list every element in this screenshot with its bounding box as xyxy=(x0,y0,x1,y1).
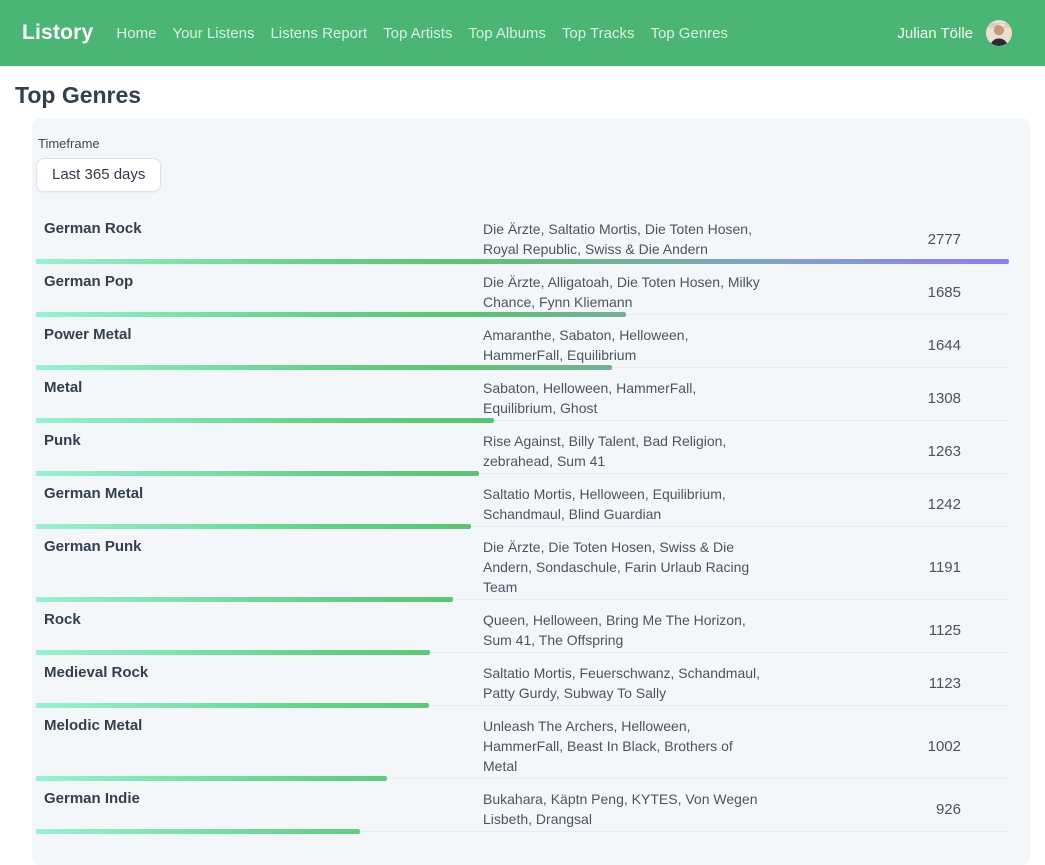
genre-artists: Queen, Helloween, Bring Me The Horizon, … xyxy=(483,610,763,650)
genre-bar xyxy=(36,365,612,370)
genre-name: German Indie xyxy=(36,789,483,829)
genre-row: German Pop Die Ärzte, Alligatoah, Die To… xyxy=(36,265,1009,318)
genre-row: Power Metal Amaranthe, Sabaton, Hellowee… xyxy=(36,318,1009,371)
nav-item-home[interactable]: Home xyxy=(116,25,156,42)
genre-count: 1191 xyxy=(763,559,1009,576)
genre-bar xyxy=(36,418,494,423)
genre-count: 1125 xyxy=(763,622,1009,639)
user-avatar-image xyxy=(986,20,1012,46)
top-navbar: Listory Home Your Listens Listens Report… xyxy=(0,0,1045,66)
genre-name: Punk xyxy=(36,431,483,471)
genre-name: German Pop xyxy=(36,272,483,312)
genre-name: Metal xyxy=(36,378,483,418)
genre-row: Rock Queen, Helloween, Bring Me The Hori… xyxy=(36,603,1009,656)
page-title: Top Genres xyxy=(15,82,1045,109)
genre-count: 1002 xyxy=(763,738,1009,755)
genre-bar xyxy=(36,524,471,529)
genre-bar xyxy=(36,829,360,834)
genre-name: Melodic Metal xyxy=(36,716,483,776)
genre-count: 926 xyxy=(763,801,1009,818)
genre-bar xyxy=(36,650,430,655)
genre-count: 1308 xyxy=(763,390,1009,407)
genre-bar xyxy=(36,471,479,476)
genre-artists: Die Ärzte, Saltatio Mortis, Die Toten Ho… xyxy=(483,219,763,259)
genre-row: German Punk Die Ärzte, Die Toten Hosen, … xyxy=(36,530,1009,603)
genre-artists: Rise Against, Billy Talent, Bad Religion… xyxy=(483,431,763,471)
genre-row: Punk Rise Against, Billy Talent, Bad Rel… xyxy=(36,424,1009,477)
nav-item-top-genres[interactable]: Top Genres xyxy=(650,25,728,42)
nav-item-listens-report[interactable]: Listens Report xyxy=(270,25,367,42)
genres-table: German Rock Die Ärzte, Saltatio Mortis, … xyxy=(36,212,1009,835)
genre-artists: Saltatio Mortis, Feuerschwanz, Schandmau… xyxy=(483,663,763,703)
timeframe-label: Timeframe xyxy=(38,136,1030,151)
genre-count: 1263 xyxy=(763,443,1009,460)
user-avatar[interactable] xyxy=(986,20,1012,46)
genre-artists: Sabaton, Helloween, HammerFall, Equilibr… xyxy=(483,378,763,418)
genre-count: 1123 xyxy=(763,675,1009,692)
user-name[interactable]: Julian Tölle xyxy=(897,25,973,42)
nav-item-top-tracks[interactable]: Top Tracks xyxy=(562,25,635,42)
main-nav: Home Your Listens Listens Report Top Art… xyxy=(116,25,728,42)
timeframe-filter: Timeframe Last 365 days xyxy=(36,136,1030,192)
genre-row: German Metal Saltatio Mortis, Helloween,… xyxy=(36,477,1009,530)
genre-artists: Amaranthe, Sabaton, Helloween, HammerFal… xyxy=(483,325,763,365)
genre-artists: Saltatio Mortis, Helloween, Equilibrium,… xyxy=(483,484,763,524)
genre-name: German Punk xyxy=(36,537,483,597)
genre-row: German Indie Bukahara, Käptn Peng, KYTES… xyxy=(36,782,1009,835)
genre-count: 2777 xyxy=(763,231,1009,248)
genre-count: 1644 xyxy=(763,337,1009,354)
timeframe-select[interactable]: Last 365 days xyxy=(36,158,161,192)
genre-row: Melodic Metal Unleash The Archers, Hello… xyxy=(36,709,1009,782)
navbar-user-area: Julian Tölle xyxy=(897,20,1012,46)
genre-artists: Unleash The Archers, Helloween, HammerFa… xyxy=(483,716,763,776)
genre-name: German Metal xyxy=(36,484,483,524)
genre-row: Medieval Rock Saltatio Mortis, Feuerschw… xyxy=(36,656,1009,709)
genre-bar xyxy=(36,776,387,781)
genre-count: 1685 xyxy=(763,284,1009,301)
genre-name: German Rock xyxy=(36,219,483,259)
genre-artists: Die Ärzte, Alligatoah, Die Toten Hosen, … xyxy=(483,272,763,312)
genre-row: Metal Sabaton, Helloween, HammerFall, Eq… xyxy=(36,371,1009,424)
genre-bar xyxy=(36,259,1009,264)
genre-artists: Bukahara, Käptn Peng, KYTES, Von Wegen L… xyxy=(483,789,763,829)
genre-row: German Rock Die Ärzte, Saltatio Mortis, … xyxy=(36,212,1009,265)
nav-item-top-albums[interactable]: Top Albums xyxy=(468,25,546,42)
top-genres-card: Timeframe Last 365 days German Rock Die … xyxy=(32,118,1030,865)
genre-name: Medieval Rock xyxy=(36,663,483,703)
genre-count: 1242 xyxy=(763,496,1009,513)
genre-name: Power Metal xyxy=(36,325,483,365)
genre-bar xyxy=(36,703,429,708)
genre-artists: Die Ärzte, Die Toten Hosen, Swiss & Die … xyxy=(483,537,763,597)
genre-bar xyxy=(36,312,626,317)
genre-name: Rock xyxy=(36,610,483,650)
nav-item-your-listens[interactable]: Your Listens xyxy=(172,25,254,42)
genre-bar xyxy=(36,597,453,602)
nav-item-top-artists[interactable]: Top Artists xyxy=(383,25,452,42)
app-logo[interactable]: Listory xyxy=(22,21,93,45)
